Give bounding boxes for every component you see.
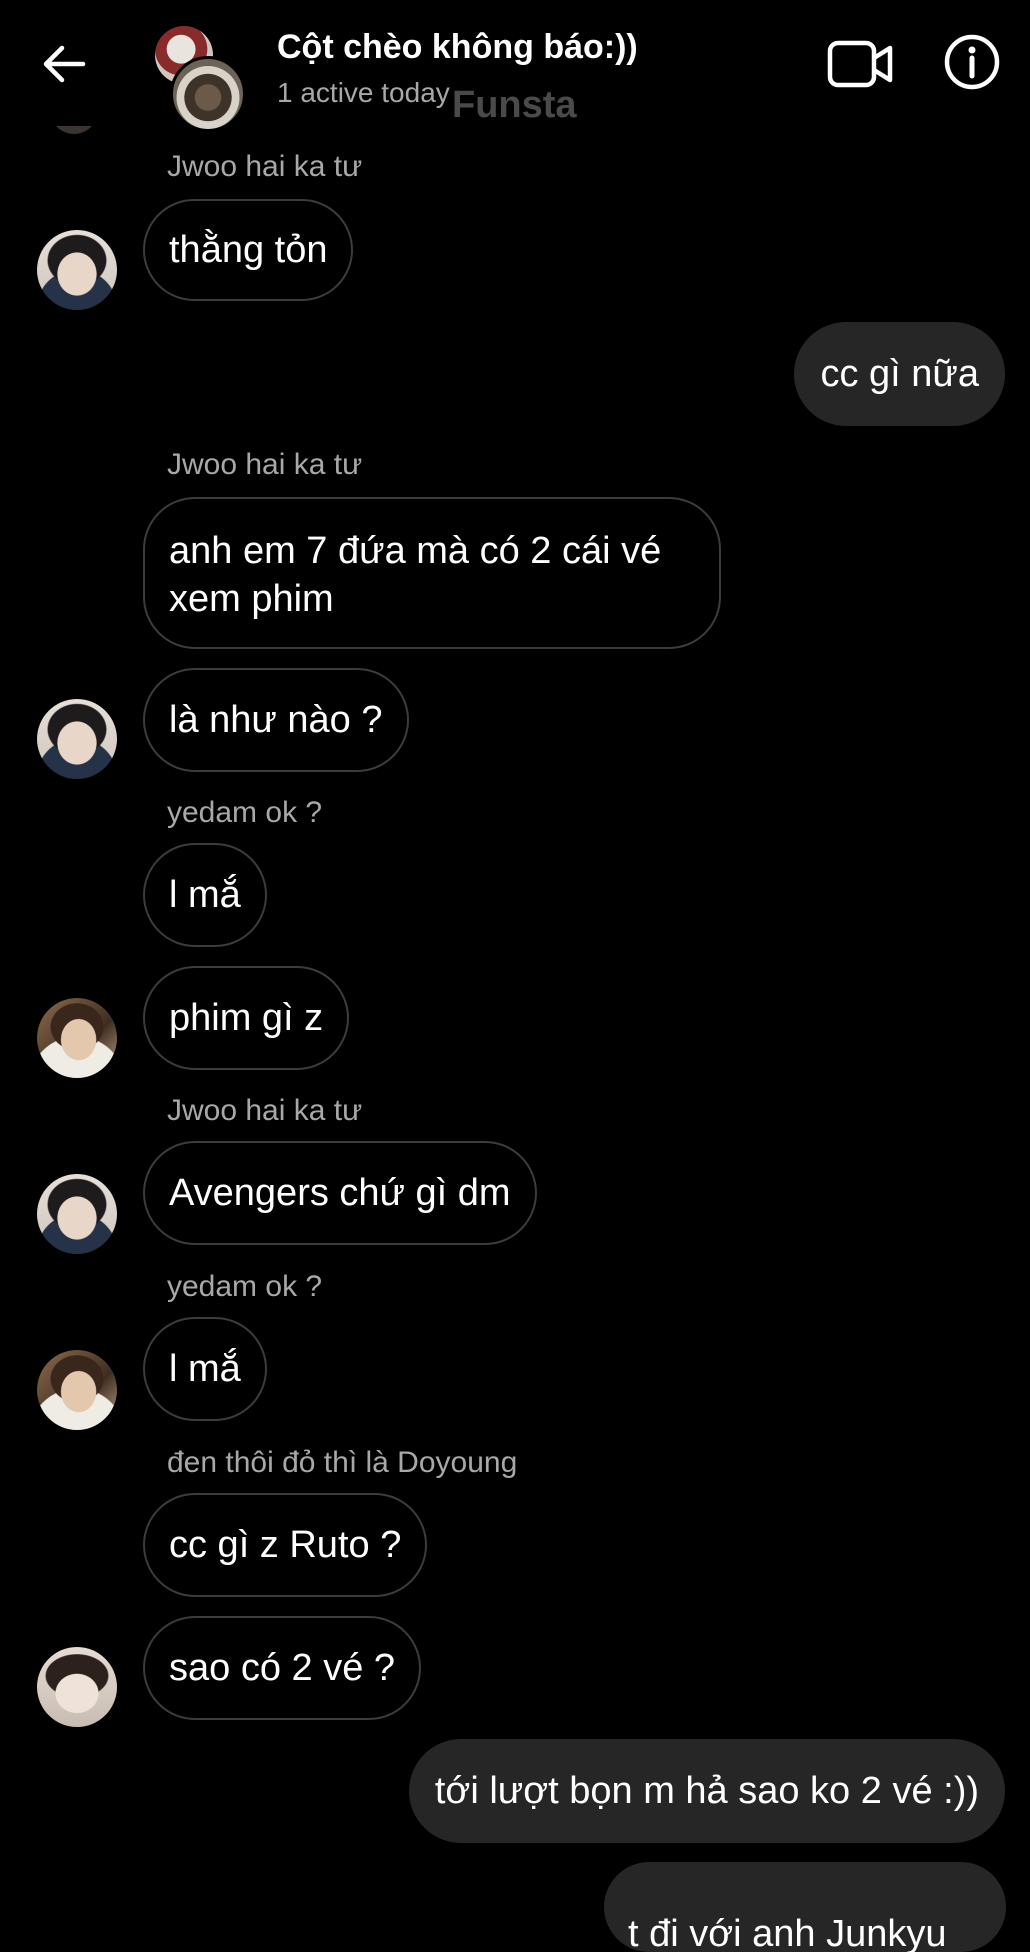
sender-name: Jwoo hai ka tư (167, 448, 363, 481)
message-bubble-sent[interactable]: t đi với anh Junkyu (604, 1862, 1006, 1952)
message-bubble[interactable]: sao có 2 vé ? (143, 1616, 422, 1720)
avatar[interactable] (37, 1647, 117, 1727)
conversation-title[interactable]: Cột chèo không báo:)) (277, 28, 638, 67)
back-button[interactable] (36, 36, 92, 92)
message-bubble[interactable]: Avengers chứ gì dm (143, 1141, 537, 1245)
info-circle-icon (944, 34, 1000, 90)
message-bubble[interactable]: là như nào ? (143, 668, 409, 772)
group-avatar[interactable] (155, 26, 246, 132)
avatar[interactable] (37, 699, 117, 779)
group-avatar-front (170, 56, 246, 132)
active-status: 1 active today (277, 77, 450, 108)
info-button[interactable] (942, 32, 1002, 92)
avatar[interactable] (37, 1174, 117, 1254)
arrow-left-icon (43, 45, 86, 83)
message-bubble-sent[interactable]: tới lượt bọn m hả sao ko 2 vé :)) (408, 1739, 1005, 1843)
message-thread[interactable]: Jwoo hai ka tư thằng tỏn cc gì nữa Jwoo … (0, 0, 1030, 1952)
message-bubble-sent[interactable]: cc gì nữa (794, 322, 1005, 426)
message-bubble[interactable]: l mắ (143, 1317, 267, 1421)
sender-name: yedam ok ? (167, 796, 323, 829)
video-camera-icon (827, 40, 893, 88)
message-text: t đi với anh Junkyu (628, 1913, 947, 1952)
message-bubble[interactable]: cc gì z Ruto ? (143, 1493, 428, 1597)
message-bubble[interactable]: l mắ (143, 843, 267, 947)
sender-name: Jwoo hai ka tư (167, 1094, 363, 1127)
sender-name: đen thôi đỏ thì là Doyoung (167, 1446, 518, 1479)
message-bubble[interactable]: anh em 7 đứa mà có 2 cái vé xem phim (143, 497, 721, 649)
sender-name: yedam ok ? (167, 1270, 323, 1303)
message-bubble[interactable]: thằng tỏn (143, 199, 354, 301)
message-bubble[interactable]: phim gì z (143, 966, 350, 1070)
video-call-button[interactable] (826, 34, 896, 94)
watermark-text: Funsta (452, 84, 577, 126)
avatar[interactable] (37, 1350, 117, 1430)
sender-name: Jwoo hai ka tư (167, 150, 363, 183)
avatar[interactable] (37, 230, 117, 310)
avatar[interactable] (37, 998, 117, 1078)
chat-header: Cột chèo không báo:)) 1 active today Fun… (0, 0, 1030, 132)
